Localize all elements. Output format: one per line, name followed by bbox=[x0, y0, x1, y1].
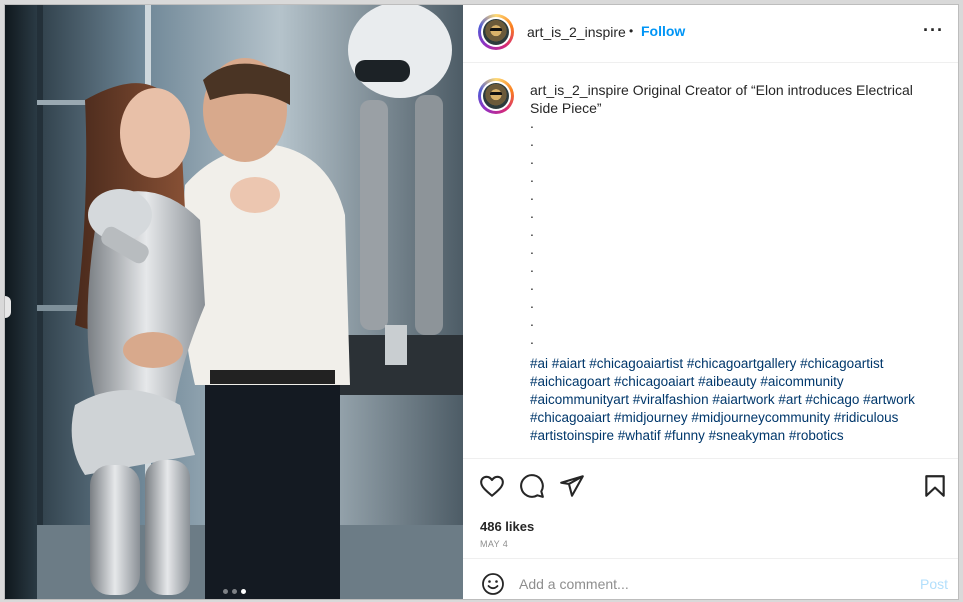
follow-button[interactable]: Follow bbox=[641, 23, 685, 39]
caption-dot: . bbox=[530, 223, 534, 239]
post-image[interactable] bbox=[5, 5, 463, 599]
comment-input[interactable] bbox=[519, 572, 899, 596]
bookmark-icon[interactable] bbox=[922, 473, 948, 499]
caption-area[interactable]: art_is_2_inspire Original Creator of “El… bbox=[463, 63, 958, 457]
caption-dot: . bbox=[530, 259, 534, 275]
post-side-panel: art_is_2_inspire • Follow ··· art_is_2_i… bbox=[463, 5, 958, 599]
caption-dot: . bbox=[530, 115, 534, 131]
instagram-post: art_is_2_inspire • Follow ··· art_is_2_i… bbox=[4, 4, 959, 600]
post-date[interactable]: MAY 4 bbox=[480, 539, 508, 549]
action-bar: 486 likes MAY 4 bbox=[463, 458, 958, 559]
post-header: art_is_2_inspire • Follow ··· bbox=[463, 5, 958, 63]
carousel-dot[interactable] bbox=[231, 589, 237, 594]
caption-dots: . . . . . . . . . . . . . bbox=[530, 115, 940, 351]
caption: art_is_2_inspire Original Creator of “El… bbox=[530, 81, 940, 445]
hashtags[interactable]: #ai #aiart #chicagoaiartist #chicagoartg… bbox=[530, 355, 940, 445]
caption-dot: . bbox=[530, 313, 534, 329]
header-username[interactable]: art_is_2_inspire bbox=[527, 24, 626, 40]
caption-dot: . bbox=[530, 133, 534, 149]
caption-dot: . bbox=[530, 331, 534, 347]
caption-dot: . bbox=[530, 205, 534, 221]
caption-dot: . bbox=[530, 241, 534, 257]
post-comment-button[interactable]: Post bbox=[920, 576, 948, 592]
share-icon[interactable] bbox=[559, 473, 585, 499]
caption-dot: . bbox=[530, 295, 534, 311]
separator-dot: • bbox=[629, 24, 634, 38]
carousel-dot[interactable] bbox=[222, 589, 228, 594]
post-image-illustration bbox=[5, 5, 463, 599]
avatar[interactable] bbox=[478, 14, 514, 50]
caption-username[interactable]: art_is_2_inspire bbox=[530, 82, 629, 98]
comment-bar: Post bbox=[463, 558, 958, 599]
likes-count[interactable]: 486 likes bbox=[480, 519, 534, 534]
carousel-dot-active[interactable] bbox=[240, 589, 246, 594]
caption-dot: . bbox=[530, 151, 534, 167]
caption-avatar[interactable] bbox=[478, 78, 514, 114]
caption-dot: . bbox=[530, 169, 534, 185]
carousel-dots bbox=[5, 589, 463, 594]
caption-dot: . bbox=[530, 277, 534, 293]
more-options-icon[interactable]: ··· bbox=[923, 21, 944, 39]
emoji-icon[interactable] bbox=[481, 572, 505, 596]
heart-icon[interactable] bbox=[479, 473, 505, 499]
carousel-prev-button[interactable] bbox=[5, 296, 11, 318]
comment-icon[interactable] bbox=[519, 473, 545, 499]
caption-dot: . bbox=[530, 187, 534, 203]
